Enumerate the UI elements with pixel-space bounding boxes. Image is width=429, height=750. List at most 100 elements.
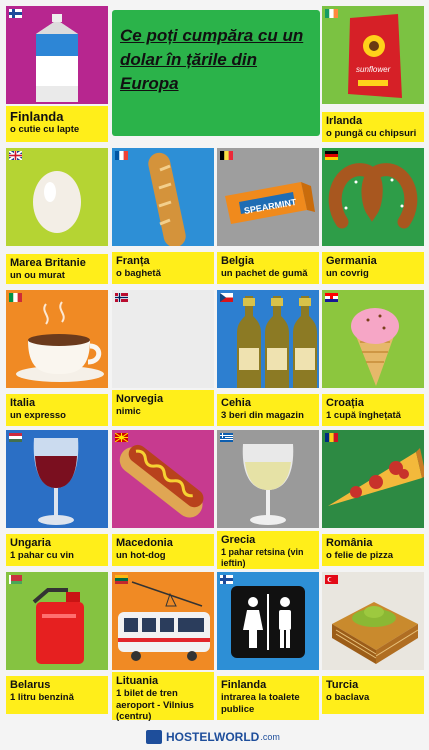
item-label: o baclava <box>326 692 370 703</box>
white-wine-glass-icon <box>242 444 294 525</box>
tile-caption: Belgia un pachet de gumă <box>217 252 319 284</box>
hungary-flag-icon <box>9 433 22 442</box>
milk-carton-icon <box>36 14 78 102</box>
tile-image <box>112 572 214 670</box>
gum-pack-icon: SPEARMINT <box>225 182 315 224</box>
country-label: Belarus <box>10 679 51 691</box>
tile-image <box>112 290 214 388</box>
item-label: o baghetă <box>116 268 161 279</box>
tile-caption: Franța o baghetă <box>112 252 214 284</box>
country-label: Cehia <box>221 397 251 409</box>
logo-brand-text: HOSTELWORLD <box>166 730 260 744</box>
tile-caption: Macedonia un hot-dog <box>112 534 214 566</box>
tile-caption: Ungaria 1 pahar cu vin <box>6 534 108 566</box>
tile-finland-milk: Finlanda o cutie cu lapte <box>6 6 108 142</box>
country-label: Croația <box>326 397 364 409</box>
fuel-can-icon <box>32 588 84 664</box>
tile-caption: România o felie de pizza <box>322 534 424 566</box>
item-label: 1 pahar retsina (vin ieftin) <box>221 547 304 568</box>
finland-flag-icon <box>220 575 233 584</box>
tile-caption: Irlanda o pungă cu chipsuri <box>322 112 424 142</box>
greece-flag-icon <box>220 433 233 442</box>
tile-finland-toilet: Finlanda intrarea la toalete publice <box>217 572 319 722</box>
item-label: nimic <box>116 406 141 417</box>
tile-caption: Croația 1 cupă înghețată <box>322 394 424 426</box>
country-label: Germania <box>326 255 377 267</box>
tile-caption: Turcia o baclava <box>322 676 424 714</box>
tile-caption: Grecia 1 pahar retsina (vin ieftin) <box>217 531 319 569</box>
tile-image <box>6 572 108 670</box>
country-label: Italia <box>10 397 36 409</box>
tile-caption: Belarus 1 litru benzină <box>6 676 108 714</box>
logo-mark-icon <box>146 730 162 744</box>
item-label: 1 bilet de tren aeroport - Vilnius (cent… <box>116 688 194 722</box>
finland-flag-icon <box>9 9 22 18</box>
country-label: Macedonia <box>116 537 173 549</box>
hot-dog-icon <box>119 444 204 518</box>
tile-czech-beer: Cehia 3 beri din magazin <box>217 290 319 426</box>
tile-caption: Marea Britanie un ou murat <box>6 254 108 284</box>
tile-image <box>6 148 108 246</box>
tile-caption: Finlanda o cutie cu lapte <box>6 106 108 142</box>
tile-image <box>6 6 108 104</box>
tile-image <box>112 148 214 246</box>
ireland-flag-icon <box>325 9 338 18</box>
item-label: intrarea la toalete publice <box>221 692 300 715</box>
france-flag-icon <box>115 151 128 160</box>
beer-bottles-icon <box>237 296 317 388</box>
item-label: 3 beri din magazin <box>221 410 304 421</box>
tile-norway-nothing: Norvegia nimic <box>112 290 214 426</box>
tile-turkey-baklava: Turcia o baclava <box>322 572 424 722</box>
tile-croatia-icecream: Croația 1 cupă înghețată <box>322 290 424 426</box>
norway-flag-icon <box>115 293 128 302</box>
tile-france-baguette: Franța o baghetă <box>112 148 214 284</box>
tile-italy-espresso: Italia un expresso <box>6 290 108 426</box>
belgium-flag-icon <box>220 151 233 160</box>
romania-flag-icon <box>325 433 338 442</box>
item-label: o cutie cu lapte <box>10 124 80 135</box>
country-label: România <box>326 537 373 549</box>
country-label: Turcia <box>326 679 359 691</box>
tile-image <box>6 430 108 528</box>
uk-flag-icon <box>9 151 22 160</box>
belarus-flag-icon <box>9 575 22 584</box>
country-label: Irlanda <box>326 115 363 127</box>
pretzel-icon <box>328 163 418 229</box>
country-label: Ungaria <box>10 537 51 549</box>
item-label: un pachet de gumă <box>221 268 308 279</box>
restroom-sign-icon <box>231 586 305 658</box>
item-label: un covrig <box>326 268 369 279</box>
italy-flag-icon <box>9 293 22 302</box>
tile-image <box>217 430 319 528</box>
tile-caption: Norvegia nimic <box>112 390 214 426</box>
item-label: 1 litru benzină <box>10 692 74 703</box>
tile-macedonia-hotdog: Macedonia un hot-dog <box>112 430 214 566</box>
empty-icon <box>112 290 214 388</box>
country-label: Franța <box>116 255 150 267</box>
tile-caption: Cehia 3 beri din magazin <box>217 394 319 426</box>
chips-brand-text: sunflower <box>356 65 391 74</box>
tile-image <box>6 290 108 388</box>
espresso-cup-icon <box>16 301 104 382</box>
country-label: Belgia <box>221 255 255 267</box>
turkey-flag-icon <box>325 575 338 584</box>
title-box: Ce poți cumpăra cu un dolar în țările di… <box>112 10 320 136</box>
pizza-slice-icon <box>328 448 424 506</box>
tile-caption: Lituania 1 bilet de tren aeroport - Viln… <box>112 672 214 722</box>
country-label: Lituania <box>116 675 159 687</box>
tile-lithuania-train: Lituania 1 bilet de tren aeroport - Viln… <box>112 572 214 722</box>
tile-image: SPEARMINT <box>217 148 319 246</box>
lithuania-flag-icon <box>115 575 128 584</box>
macedonia-flag-icon <box>115 433 128 442</box>
tile-uk-egg: Marea Britanie un ou murat <box>6 148 108 284</box>
tile-image <box>322 430 424 528</box>
czech-flag-icon <box>220 293 233 302</box>
tile-image <box>217 290 319 388</box>
country-label: Marea Britanie <box>10 257 86 269</box>
tile-image <box>112 430 214 528</box>
train-icon <box>118 581 210 661</box>
tile-image <box>322 572 424 670</box>
logo-suffix-text: .com <box>260 732 280 742</box>
country-label: Norvegia <box>116 393 164 405</box>
tile-greece-retsina: Grecia 1 pahar retsina (vin ieftin) <box>217 430 319 570</box>
